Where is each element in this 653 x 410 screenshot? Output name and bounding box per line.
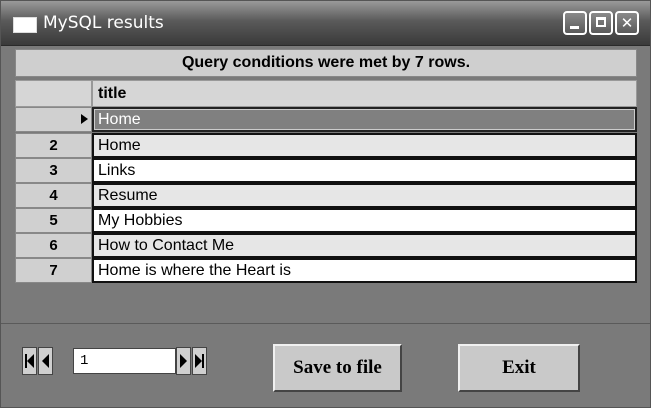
record-number-input[interactable]: 1 [73, 348, 176, 374]
table-row[interactable]: 7 Home is where the Heart is [15, 258, 637, 283]
row-indicator-header [15, 80, 92, 107]
table-cell-title[interactable]: Links [92, 158, 637, 183]
row-number[interactable]: 3 [15, 158, 92, 183]
close-button[interactable]: ✕ [615, 11, 639, 35]
next-record-icon [180, 354, 187, 368]
minimize-icon [570, 26, 579, 29]
close-icon: ✕ [620, 14, 634, 32]
table-row[interactable]: Home [15, 107, 637, 132]
column-header-title[interactable]: title [92, 80, 637, 107]
minimize-button[interactable] [563, 11, 587, 35]
next-record-button[interactable] [176, 347, 191, 375]
maximize-icon [596, 17, 606, 27]
prev-record-button[interactable] [38, 347, 53, 375]
query-status-banner: Query conditions were met by 7 rows. [15, 49, 637, 77]
save-to-file-button[interactable]: Save to file [273, 344, 402, 392]
row-number[interactable]: 6 [15, 233, 92, 258]
table-cell-title[interactable]: How to Contact Me [92, 233, 637, 258]
table-cell-title[interactable]: Home is where the Heart is [92, 258, 637, 283]
maximize-button[interactable] [589, 11, 613, 35]
first-record-button[interactable] [22, 347, 37, 375]
table-row[interactable]: 3 Links [15, 158, 637, 183]
last-record-icon [195, 354, 204, 368]
mysql-results-window: MySQL results ✕ Query conditions were me… [0, 0, 651, 408]
title-bar[interactable]: MySQL results ✕ [1, 1, 650, 46]
table-cell-title[interactable]: Resume [92, 183, 637, 208]
table-cell-title[interactable]: Home [92, 107, 637, 132]
panel-divider [1, 323, 650, 324]
table-row[interactable]: 5 My Hobbies [15, 208, 637, 233]
row-number[interactable]: 4 [15, 183, 92, 208]
first-record-icon [25, 354, 34, 368]
table-row[interactable]: 2 Home [15, 133, 637, 158]
row-number[interactable]: 5 [15, 208, 92, 233]
table-cell-title[interactable]: My Hobbies [92, 208, 637, 233]
row-number[interactable]: 7 [15, 258, 92, 283]
app-window-icon [13, 17, 37, 33]
window-title: MySQL results [43, 13, 164, 33]
table-row[interactable]: 4 Resume [15, 183, 637, 208]
prev-record-icon [42, 354, 49, 368]
row-pointer-icon [81, 114, 88, 124]
last-record-button[interactable] [192, 347, 207, 375]
row-number[interactable]: 2 [15, 133, 92, 158]
exit-button[interactable]: Exit [458, 344, 580, 392]
table-cell-title[interactable]: Home [92, 133, 637, 158]
table-row[interactable]: 6 How to Contact Me [15, 233, 637, 258]
